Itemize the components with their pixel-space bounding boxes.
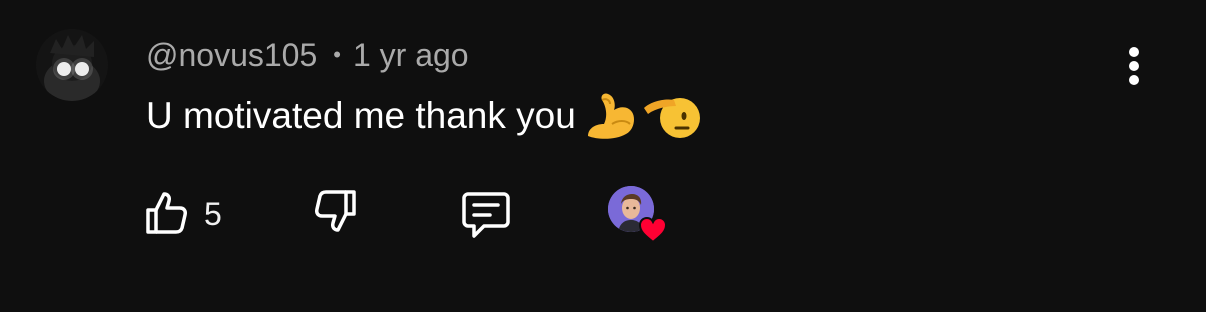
comment-header: @novus105 • 1 yr ago [146,34,469,76]
saluting-face-emoji [640,88,700,144]
more-vertical-icon [1129,47,1139,85]
comment-timestamp[interactable]: 1 yr ago [353,37,469,74]
comment-thread: @novus105 • 1 yr ago U motivated me than… [0,0,1206,312]
heart-icon [638,216,668,244]
meta-separator: • [333,42,341,67]
flexed-biceps-emoji [582,88,638,144]
comment-actions: 5 [0,180,1206,250]
author-avatar[interactable] [36,29,108,101]
creator-heart [608,186,672,246]
like-button[interactable] [142,188,192,238]
like-count: 5 [204,196,222,232]
author-handle[interactable]: @novus105 [146,37,317,74]
thumbs-up-icon [146,192,187,234]
comment-text: U motivated me thank you [146,95,576,136]
dislike-button[interactable] [312,188,362,238]
thumbs-down-icon [315,190,356,232]
comment-body: U motivated me thank you [146,92,700,140]
reply-bubble-icon [462,192,510,238]
reply-button[interactable] [460,188,512,240]
comment-menu-button[interactable] [1114,42,1154,90]
avatar-image [36,29,108,101]
